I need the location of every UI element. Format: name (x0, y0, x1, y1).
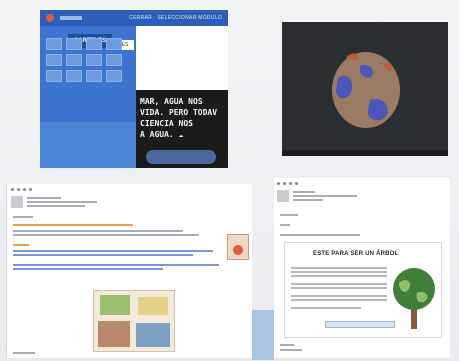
globe-illustration (332, 52, 400, 128)
children-photo (146, 150, 216, 164)
key[interactable] (46, 54, 62, 66)
toolbar-icon[interactable] (283, 181, 286, 185)
card-text-line (291, 287, 387, 289)
doll-image (227, 234, 249, 260)
lower-panel (40, 122, 136, 168)
author-name (293, 191, 315, 193)
card-text-line (291, 307, 361, 309)
key[interactable] (86, 70, 102, 82)
post-author (274, 188, 450, 204)
key[interactable] (106, 54, 122, 66)
post-label (280, 224, 290, 226)
chalk-line: MAR, AGUA NOS (140, 97, 203, 106)
key[interactable] (106, 70, 122, 82)
video-title (282, 22, 448, 34)
card-text-line (291, 299, 387, 301)
math-app-screenshot: CERRAR · SELECCIONAR MÓDULO CARTELES ES … (40, 10, 228, 168)
post-highlight (13, 244, 29, 246)
post-text-line (13, 234, 199, 236)
avatar[interactable] (11, 196, 23, 208)
toolbar-icon[interactable] (277, 181, 280, 185)
toolbar-icon[interactable] (17, 187, 20, 191)
post-link[interactable] (13, 268, 163, 270)
collage-photo (136, 323, 170, 347)
post-toolbar (274, 178, 450, 188)
card-title: ESTE PARA SER UN ÁRBOL (313, 251, 399, 257)
post-label (280, 214, 298, 216)
toolbar-icon[interactable] (11, 187, 14, 191)
card-text-line (291, 271, 387, 273)
author-meta (293, 195, 357, 197)
app-logo-icon (46, 14, 54, 22)
post-text-line (13, 230, 183, 232)
key[interactable] (46, 70, 62, 82)
app-brand (60, 16, 82, 20)
key[interactable] (66, 54, 82, 66)
chalk-line: A AGUA. ☁ (140, 130, 184, 139)
author-meta (27, 201, 97, 203)
screenshot-page: CERRAR · SELECCIONAR MÓDULO CARTELES ES … (0, 0, 459, 361)
post-author (7, 194, 252, 210)
key[interactable] (66, 70, 82, 82)
card-text-line (291, 295, 387, 297)
app-header-title[interactable]: CERRAR · SELECCIONAR MÓDULO (129, 15, 222, 21)
card-text-line (291, 283, 387, 285)
key-grid (46, 38, 122, 82)
forum-post-left (6, 184, 252, 358)
chalk-line: VIDA. PERO TODAV (140, 108, 218, 117)
key[interactable] (86, 54, 102, 66)
collage-photo (100, 295, 130, 315)
post-highlight (13, 224, 133, 226)
post-link[interactable] (13, 264, 219, 266)
key[interactable] (66, 38, 82, 50)
post-toolbar (7, 184, 252, 194)
card-text-line (291, 267, 387, 269)
key[interactable] (106, 38, 122, 50)
video-player[interactable] (282, 22, 448, 156)
author-name (27, 197, 61, 199)
chalk-line: CIENCIA NOS (140, 119, 193, 128)
photo-collage (93, 290, 175, 352)
post-footer (13, 352, 35, 354)
video-controls[interactable] (282, 150, 448, 156)
key[interactable] (46, 38, 62, 50)
post-label (13, 216, 33, 218)
author-meta (293, 199, 323, 201)
avatar[interactable] (277, 190, 289, 202)
embedded-card[interactable]: ESTE PARA SER UN ÁRBOL (284, 242, 442, 338)
card-text-line (291, 275, 387, 277)
key[interactable] (86, 38, 102, 50)
post-footer (280, 344, 294, 346)
post-link[interactable] (13, 250, 213, 252)
post-text-line (280, 234, 360, 236)
collage-photo (98, 321, 130, 347)
tree-globe-icon (393, 268, 435, 329)
app-header: CERRAR · SELECCIONAR MÓDULO (40, 10, 228, 26)
toolbar-icon[interactable] (289, 181, 292, 185)
collage-photo (138, 297, 168, 315)
post-link[interactable] (13, 254, 193, 256)
post-footer (280, 349, 302, 351)
chalkboard-image: MAR, AGUA NOS VIDA. PERO TODAV CIENCIA N… (136, 90, 228, 168)
toolbar-icon[interactable] (23, 187, 26, 191)
forum-post-right: ESTE PARA SER UN ÁRBOL (274, 178, 450, 358)
side-panel (252, 310, 274, 360)
author-meta (27, 205, 85, 207)
card-button[interactable] (325, 321, 395, 328)
toolbar-icon[interactable] (29, 187, 32, 191)
toolbar-icon[interactable] (295, 181, 298, 185)
